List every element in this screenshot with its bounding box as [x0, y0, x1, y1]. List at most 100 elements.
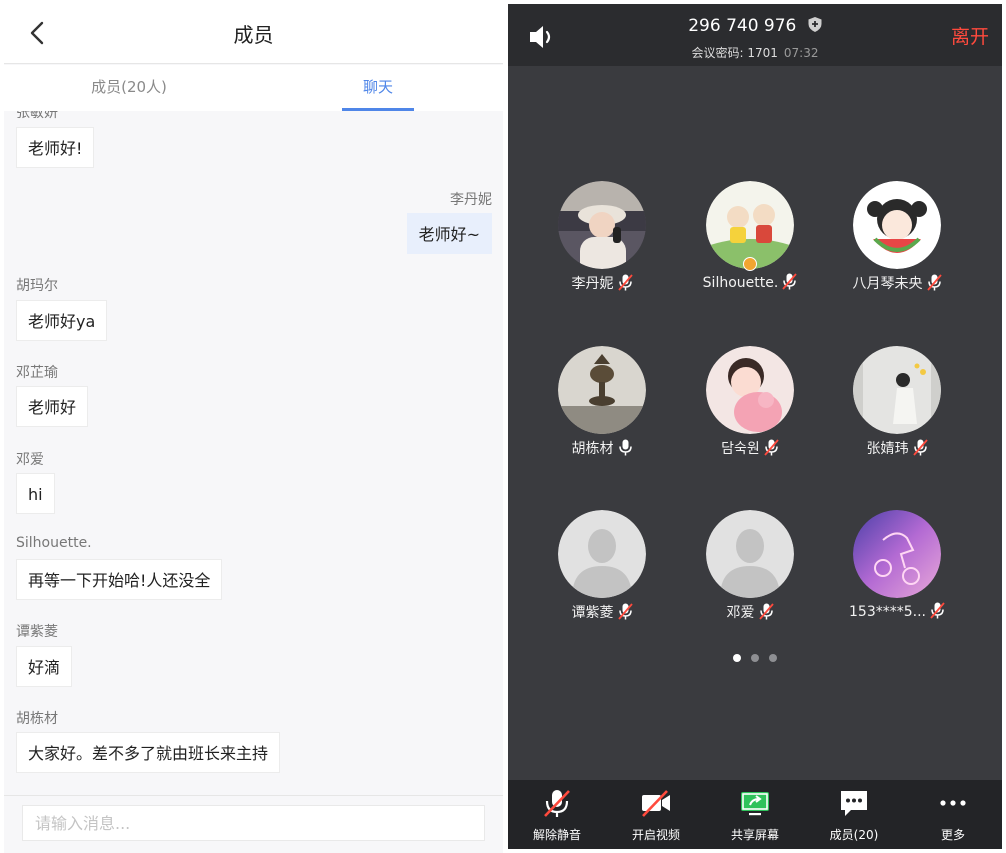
meeting-top-bar: 296 740 976 会议密码: 1701 07:32 离开	[508, 4, 1002, 66]
mic-muted-icon	[758, 603, 774, 620]
message-bubble: hi	[16, 473, 55, 514]
meeting-panel: 296 740 976 会议密码: 1701 07:32 离开 李丹妮 Silh…	[508, 4, 1002, 849]
mic-muted-icon	[544, 790, 570, 817]
chat-members-icon	[841, 791, 867, 816]
message-bubble: 老师好!	[16, 127, 95, 168]
message-bubble: 老师好ya	[16, 300, 108, 341]
members-label: 成员(20)	[829, 828, 879, 842]
participant-tile[interactable]: 邓爱	[685, 510, 815, 650]
message-bubble-mine: 老师好~	[406, 213, 492, 254]
participant-name: 邓爱	[726, 605, 755, 621]
mic-muted-icon	[617, 274, 633, 291]
meeting-subinfo: 会议密码: 1701 07:32	[508, 44, 1002, 61]
mic-muted-icon	[617, 603, 633, 620]
mic-muted-icon	[782, 273, 797, 290]
meeting-id-row: 296 740 976	[508, 16, 1002, 36]
message-bubble: 好滴	[16, 646, 73, 687]
message-sender: Silhouette.	[16, 535, 92, 551]
avatar	[853, 181, 941, 269]
participant-tile[interactable]: 153****5...	[832, 510, 962, 650]
chat-panel: 成员 成员(20人) 聊天 张敏妍 老师好! 李丹妮 老师好~ 胡玛尔 老师好y…	[4, 0, 503, 853]
message-bubble: 大家好。差不多了就由班长来主持	[16, 732, 281, 773]
message-bubble: 老师好	[16, 386, 89, 427]
default-person-icon	[706, 510, 794, 598]
chat-header: 成员	[4, 0, 503, 64]
share-screen-button[interactable]: 共享屏幕	[706, 780, 804, 849]
message-input[interactable]	[22, 805, 485, 841]
avatar	[558, 181, 646, 269]
tab-members[interactable]: 成员(20人)	[64, 65, 194, 111]
participant-name-row: 张婧玮	[832, 438, 962, 458]
back-arrow-icon[interactable]	[26, 20, 50, 46]
page-title: 成员	[233, 23, 274, 47]
tab-chat[interactable]: 聊天	[342, 65, 414, 111]
message-sender: 邓芷瑜	[16, 365, 58, 381]
unmute-button[interactable]: 解除静音	[508, 780, 606, 849]
message-sender: 李丹妮	[450, 192, 492, 208]
participant-name: 李丹妮	[571, 276, 614, 292]
message-sender: 胡玛尔	[16, 278, 58, 294]
meeting-password: 会议密码: 1701	[691, 46, 778, 60]
leave-button[interactable]: 离开	[951, 22, 989, 49]
participant-tile[interactable]: 胡栋材	[537, 346, 667, 486]
avatar	[706, 181, 794, 269]
participant-name: 胡栋材	[571, 441, 614, 457]
avatar	[853, 346, 941, 434]
mic-muted-icon	[764, 439, 779, 456]
unmute-label: 解除静音	[532, 828, 581, 842]
members-button[interactable]: 成员(20)	[805, 780, 903, 849]
share-screen-label: 共享屏幕	[730, 828, 779, 842]
mic-muted-icon	[926, 274, 942, 291]
avatar	[853, 510, 941, 598]
message-input-bar	[4, 795, 503, 853]
participant-name-row: 153****5...	[832, 602, 962, 620]
page-dot[interactable]	[751, 654, 759, 662]
meeting-toolbar: 解除静音 开启视频 共享屏幕 成员(20) 更多	[508, 780, 1002, 849]
page-indicator[interactable]	[508, 647, 1002, 666]
participant-name-row: 胡栋材	[537, 438, 667, 458]
mic-muted-icon	[930, 602, 945, 619]
more-label: 更多	[940, 828, 965, 842]
participant-name: 八月琴未央	[852, 276, 923, 292]
tab-chat-label: 聊天	[362, 78, 393, 96]
shield-icon	[808, 17, 822, 32]
message-sender: 张敏妍	[16, 111, 58, 121]
participant-name: Silhouette.	[702, 275, 779, 291]
participant-name: 张婧玮	[866, 441, 909, 457]
message-sender: 谭紫菱	[16, 624, 58, 640]
meeting-id: 296 740 976	[688, 16, 797, 36]
more-button[interactable]: 更多	[904, 780, 1002, 849]
page-dot-active[interactable]	[733, 654, 741, 662]
share-screen-icon	[741, 792, 769, 816]
participant-name-row: Silhouette.	[685, 273, 815, 291]
participant-name-row: 邓爱	[685, 602, 815, 622]
page-dot[interactable]	[769, 654, 777, 662]
participant-name-row: 李丹妮	[537, 273, 667, 293]
default-person-icon	[558, 510, 646, 598]
avatar	[558, 346, 646, 434]
tab-bar: 成员(20人) 聊天	[4, 65, 503, 111]
start-video-label: 开启视频	[631, 828, 680, 842]
participant-tile[interactable]: 谭紫菱	[537, 510, 667, 650]
participant-name: 谭紫菱	[571, 605, 614, 621]
chat-message-list[interactable]: 张敏妍 老师好! 李丹妮 老师好~ 胡玛尔 老师好ya 邓芷瑜 老师好 邓爱 h…	[4, 111, 503, 795]
mic-icon	[618, 439, 632, 456]
start-video-button[interactable]: 开启视频	[607, 780, 705, 849]
participant-tile[interactable]: 张婧玮	[832, 346, 962, 486]
participant-name-row: 八月琴未央	[832, 273, 962, 293]
participant-tile[interactable]: 담숙원	[685, 346, 815, 486]
participant-name: 담숙원	[721, 441, 760, 457]
host-badge-icon	[743, 257, 757, 271]
participant-name: 153****5...	[849, 604, 926, 620]
mic-muted-icon	[912, 439, 928, 456]
participant-tile[interactable]: Silhouette.	[685, 181, 815, 321]
avatar	[706, 346, 794, 434]
message-bubble: 再等一下开始哈!人还没全	[16, 559, 223, 600]
participant-tile[interactable]: 八月琴未央	[832, 181, 962, 321]
participant-tile[interactable]: 李丹妮	[537, 181, 667, 321]
meeting-elapsed-time: 07:32	[783, 46, 819, 60]
video-off-icon	[642, 790, 670, 817]
more-icon	[940, 800, 966, 806]
participant-name-row: 담숙원	[685, 438, 815, 458]
message-sender: 胡栋材	[16, 711, 58, 727]
